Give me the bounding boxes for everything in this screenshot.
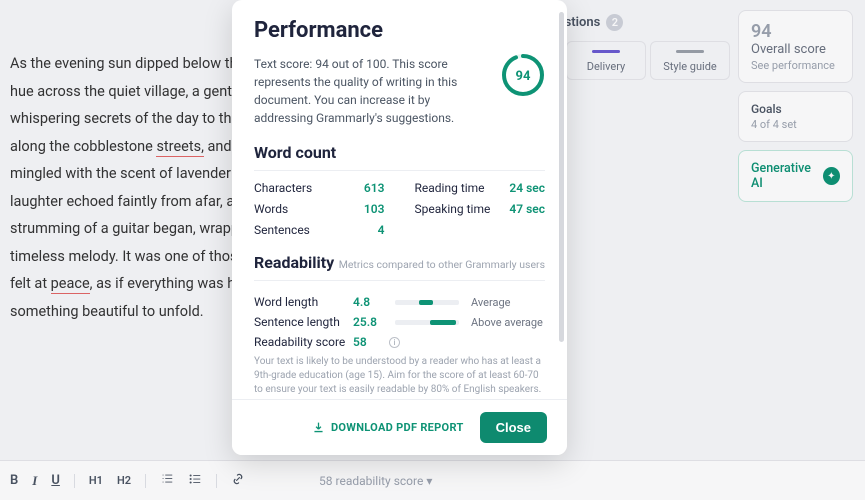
svg-text:94: 94 xyxy=(516,69,531,84)
word-count-heading: Word count xyxy=(254,143,545,162)
info-icon[interactable]: i xyxy=(389,337,400,348)
scrollbar[interactable] xyxy=(559,12,564,342)
performance-modal: Performance Text score: 94 out of 100. T… xyxy=(232,0,567,455)
sentence-length-row: Sentence length 25.8 Above average xyxy=(254,315,545,329)
modal-title: Performance xyxy=(254,18,545,43)
readability-heading: Readability Metrics compared to other Gr… xyxy=(254,253,545,272)
modal-footer: DOWNLOAD PDF REPORT Close xyxy=(232,399,567,455)
word-length-row: Word length 4.8 Average xyxy=(254,295,545,309)
gauge xyxy=(395,300,459,305)
close-button[interactable]: Close xyxy=(480,412,547,443)
score-ring: 94 xyxy=(501,53,545,97)
gauge xyxy=(395,320,459,325)
readability-note: Your text is likely to be understood by … xyxy=(254,355,545,397)
readability-score-row: Readability score 58 i xyxy=(254,335,545,349)
modal-description: Text score: 94 out of 100. This score re… xyxy=(254,55,545,127)
download-pdf-button[interactable]: DOWNLOAD PDF REPORT xyxy=(312,421,464,434)
word-count-stats: Characters613 Reading time24 sec Words10… xyxy=(254,170,545,237)
